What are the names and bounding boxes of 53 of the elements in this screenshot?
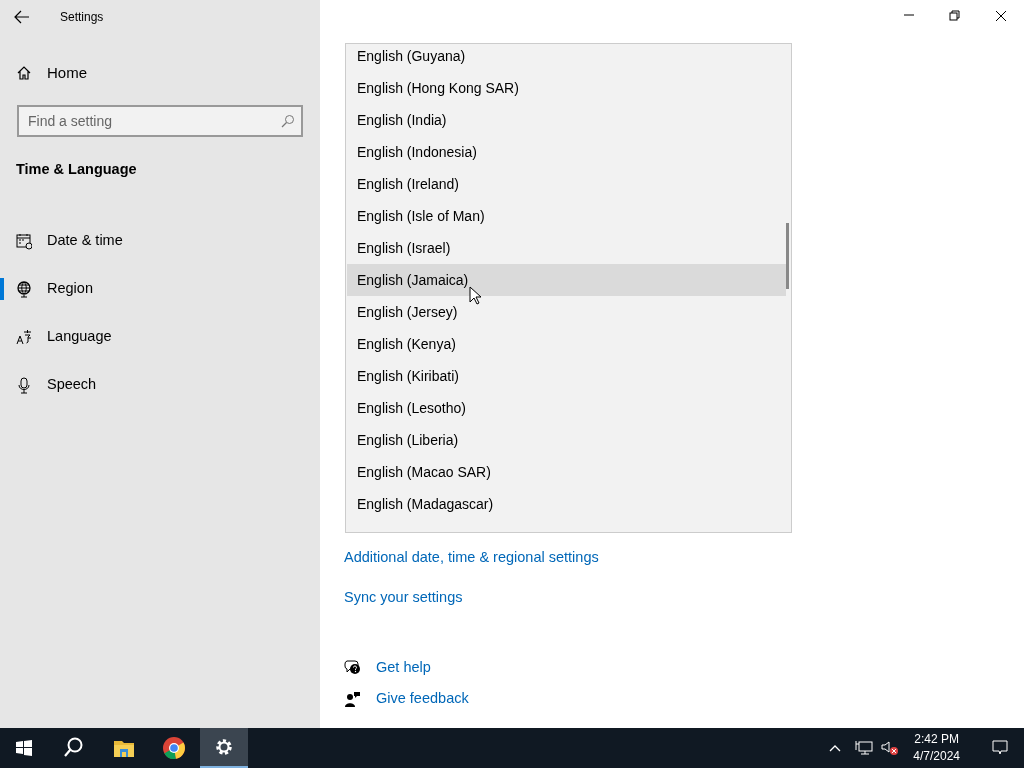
search-field[interactable]: Find a setting [17, 105, 303, 137]
browser-icon [163, 737, 185, 759]
list-item[interactable]: English (Macao SAR) [347, 456, 786, 488]
folder-icon [113, 738, 135, 758]
list-item[interactable]: English (Indonesia) [347, 136, 786, 168]
help-icon [344, 658, 361, 676]
list-item[interactable]: English (Lesotho) [347, 392, 786, 424]
link[interactable]: Sync your settings [344, 586, 463, 609]
taskbar-app[interactable] [200, 728, 248, 768]
list-item[interactable]: English (India) [347, 104, 786, 136]
clock[interactable]: 2:42 PM 4/7/2024 [913, 731, 960, 765]
home-link[interactable]: Home [0, 49, 320, 97]
scrollbar-thumb[interactable] [786, 223, 789, 289]
list-item[interactable]: English (Jersey) [347, 296, 786, 328]
notification-icon [992, 740, 1008, 756]
window-title: Settings [60, 9, 104, 26]
chevron-up-icon [829, 744, 842, 752]
windows-icon [16, 740, 32, 756]
nav-item[interactable]: Region [0, 265, 320, 313]
nav-item[interactable]: Language [0, 313, 320, 361]
calendar-icon [16, 232, 32, 250]
list-item[interactable]: English (Kiribati) [347, 360, 786, 392]
volume-muted-icon[interactable] [881, 740, 900, 756]
nav-item[interactable]: Speech [0, 361, 320, 409]
gear-icon [215, 738, 233, 756]
restore-icon [949, 10, 961, 22]
back-icon [14, 10, 30, 24]
globe-icon [16, 280, 32, 298]
section-title: Time & Language [16, 160, 138, 179]
close-icon [995, 10, 1007, 22]
link[interactable]: Additional date, time & regional settings [344, 547, 599, 569]
list-item[interactable]: English (Liberia) [347, 424, 786, 456]
list-item[interactable]: English (Jamaica) [347, 264, 786, 296]
search-icon [63, 737, 85, 759]
back-button[interactable] [14, 10, 30, 24]
microphone-icon [16, 376, 32, 394]
cursor-icon [469, 286, 481, 305]
list-item[interactable]: English (Guyana) [347, 44, 786, 72]
list-item[interactable]: English (Madagascar) [347, 488, 786, 520]
list-item[interactable]: English (Hong Kong SAR) [347, 72, 786, 104]
list-item[interactable]: English (Ireland) [347, 168, 786, 200]
feedback-icon [344, 690, 361, 708]
list-item[interactable]: English (Kenya) [347, 328, 786, 360]
nav-item[interactable]: Date & time [0, 217, 320, 265]
language-icon [16, 328, 32, 346]
dropdown-list[interactable] [345, 43, 792, 533]
list-item[interactable]: English (Israel) [347, 232, 786, 264]
search-icon [281, 114, 295, 128]
link[interactable]: Get help [376, 656, 431, 679]
home-icon [16, 65, 32, 81]
link[interactable]: Give feedback [376, 688, 469, 710]
network-icon[interactable] [855, 740, 874, 756]
list-item[interactable]: English (Isle of Man) [347, 200, 786, 232]
